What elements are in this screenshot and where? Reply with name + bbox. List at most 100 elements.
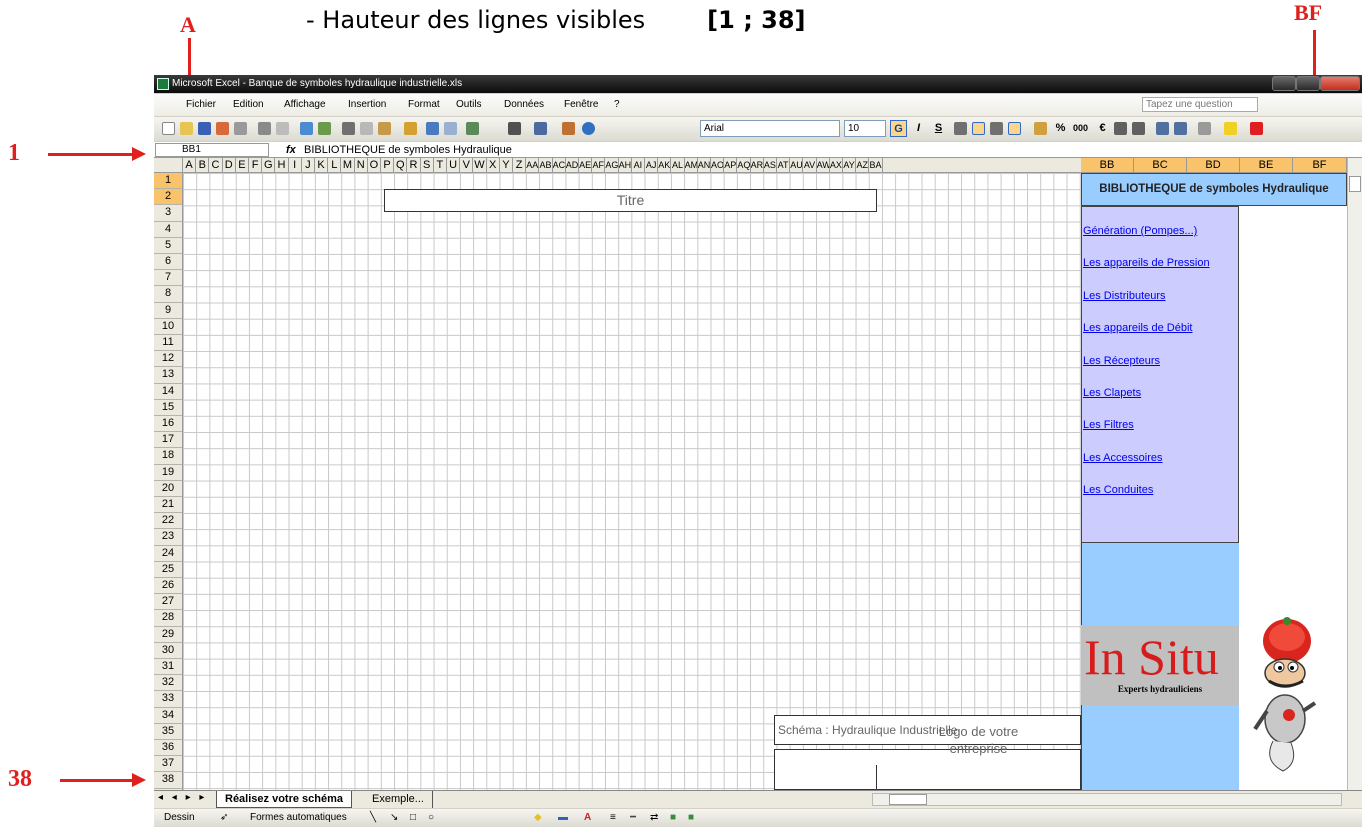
cut-icon[interactable] xyxy=(342,122,355,135)
menu-item-format[interactable]: Format xyxy=(408,94,440,116)
row-header-12[interactable]: 12 xyxy=(154,351,182,368)
column-header-am[interactable]: AM xyxy=(685,158,698,172)
row-header-13[interactable]: 13 xyxy=(154,367,182,384)
help-icon[interactable] xyxy=(582,122,595,135)
column-header-v[interactable]: V xyxy=(460,158,474,172)
column-header-an[interactable]: AN xyxy=(698,158,711,172)
row-header-19[interactable]: 19 xyxy=(154,465,182,481)
column-header-af[interactable]: AF xyxy=(592,158,606,172)
tab-nav-arrows[interactable]: ◂ ◂ ▸ ▸ xyxy=(158,792,207,803)
borders-icon[interactable] xyxy=(1198,122,1211,135)
row-header-10[interactable]: 10 xyxy=(154,319,182,335)
column-header-p[interactable]: P xyxy=(381,158,395,172)
row-header-34[interactable]: 34 xyxy=(154,708,182,724)
column-header-b[interactable]: B xyxy=(196,158,210,172)
row-header-16[interactable]: 16 xyxy=(154,416,182,433)
select-all-corner[interactable] xyxy=(154,158,183,172)
print-icon[interactable] xyxy=(258,122,271,135)
arrow-icon[interactable]: ↘ xyxy=(390,809,398,827)
menu-item-affichage[interactable]: Affichage xyxy=(284,94,326,116)
align-center-icon[interactable] xyxy=(972,122,985,135)
column-header-i[interactable]: I xyxy=(289,158,302,172)
column-header-be[interactable]: BE xyxy=(1240,158,1293,172)
column-header-aj[interactable]: AJ xyxy=(645,158,659,172)
align-right-icon[interactable] xyxy=(990,122,1003,135)
row-header-28[interactable]: 28 xyxy=(154,610,182,627)
row-header-26[interactable]: 26 xyxy=(154,578,182,595)
spelling-icon[interactable] xyxy=(300,122,313,135)
autosum-icon[interactable] xyxy=(508,122,521,135)
scroll-thumb[interactable] xyxy=(1349,176,1361,192)
column-header-ak[interactable]: AK xyxy=(658,158,672,172)
library-link-2[interactable]: Les appareils de Pression xyxy=(1083,257,1210,269)
column-header-r[interactable]: R xyxy=(407,158,421,172)
menu-item-fichier[interactable]: Fichier xyxy=(186,94,216,116)
tab-realisez-votre-schema[interactable]: Réalisez votre schéma xyxy=(216,791,353,808)
library-link-5[interactable]: Les Récepteurs xyxy=(1083,355,1160,367)
menu-item-fenetre[interactable]: Fenêtre xyxy=(564,94,598,116)
library-link-9[interactable]: Les Conduites xyxy=(1083,484,1153,496)
library-link-7[interactable]: Les Filtres xyxy=(1083,419,1134,431)
logo-placeholder[interactable] xyxy=(876,765,1081,790)
font-color-draw-icon[interactable]: A xyxy=(584,809,591,827)
row-header-27[interactable]: 27 xyxy=(154,594,182,611)
column-header-w[interactable]: W xyxy=(473,158,487,172)
preview-icon[interactable] xyxy=(276,122,289,135)
rectangle-icon[interactable]: □ xyxy=(410,809,416,827)
column-header-al[interactable]: AL xyxy=(671,158,685,172)
column-header-u[interactable]: U xyxy=(447,158,461,172)
indent-icon[interactable] xyxy=(1174,122,1187,135)
column-header-x[interactable]: X xyxy=(487,158,500,172)
menu-item-outils[interactable]: Outils xyxy=(456,94,482,116)
column-header-h[interactable]: H xyxy=(275,158,289,172)
row-header-11[interactable]: 11 xyxy=(154,335,182,352)
column-header-bc[interactable]: BC xyxy=(1134,158,1187,172)
line-icon[interactable]: ╲ xyxy=(370,809,376,827)
column-header-ac[interactable]: AC xyxy=(553,158,566,172)
row-header-29[interactable]: 29 xyxy=(154,627,182,643)
column-header-c[interactable]: C xyxy=(209,158,223,172)
fill-color-icon[interactable] xyxy=(1224,122,1237,135)
column-header-e[interactable]: E xyxy=(236,158,249,172)
row-header-20[interactable]: 20 xyxy=(154,481,182,497)
column-header-o[interactable]: O xyxy=(368,158,381,172)
underline-button[interactable]: S xyxy=(930,120,947,137)
sheet-grid[interactable]: Titre Schéma : Hydraulique Industrielle xyxy=(183,173,1081,790)
row-header-36[interactable]: 36 xyxy=(154,740,182,757)
formes-automatiques-menu[interactable]: Formes automatiques xyxy=(250,809,347,827)
dash-style-icon[interactable]: ┅ xyxy=(630,809,636,827)
fx-icon[interactable]: fx xyxy=(286,142,296,158)
row-header-32[interactable]: 32 xyxy=(154,675,182,692)
formula-input[interactable]: BIBLIOTHEQUE de symboles Hydraulique xyxy=(304,142,512,158)
row-header-38[interactable]: 38 xyxy=(154,772,182,789)
hyperlink-icon[interactable] xyxy=(466,122,479,135)
maximize-button[interactable] xyxy=(1296,76,1320,91)
title-bar[interactable]: Microsoft Excel - Banque de symboles hyd… xyxy=(154,75,1362,93)
shadow-icon[interactable]: ■ xyxy=(670,809,676,827)
column-header-bb[interactable]: BB xyxy=(1081,158,1134,172)
library-link-8[interactable]: Les Accessoires xyxy=(1083,452,1162,464)
column-header-d[interactable]: D xyxy=(223,158,236,172)
row-header-18[interactable]: 18 xyxy=(154,448,182,465)
save-icon[interactable] xyxy=(198,122,211,135)
column-header-a[interactable]: A xyxy=(183,158,197,172)
merge-center-icon[interactable] xyxy=(1008,122,1021,135)
row-header-2[interactable]: 2 xyxy=(154,189,182,206)
paste-icon[interactable] xyxy=(378,122,391,135)
column-header-n[interactable]: N xyxy=(355,158,368,172)
line-color-icon[interactable]: ▬ xyxy=(558,809,568,827)
column-header-q[interactable]: Q xyxy=(394,158,408,172)
column-header-bf[interactable]: BF xyxy=(1293,158,1347,172)
column-header-ba[interactable]: BA xyxy=(869,158,883,172)
row-header-35[interactable]: 35 xyxy=(154,724,182,740)
euro-button[interactable]: € xyxy=(1094,120,1111,137)
column-header-s[interactable]: S xyxy=(421,158,434,172)
question-input[interactable]: Tapez une question xyxy=(1142,97,1258,112)
row-header-37[interactable]: 37 xyxy=(154,756,182,773)
column-header-au[interactable]: AU xyxy=(790,158,804,172)
column-header-aw[interactable]: AW xyxy=(817,158,830,172)
row-header-17[interactable]: 17 xyxy=(154,432,182,449)
row-header-5[interactable]: 5 xyxy=(154,238,182,254)
row-header-25[interactable]: 25 xyxy=(154,562,182,578)
sort-icon[interactable] xyxy=(534,122,547,135)
